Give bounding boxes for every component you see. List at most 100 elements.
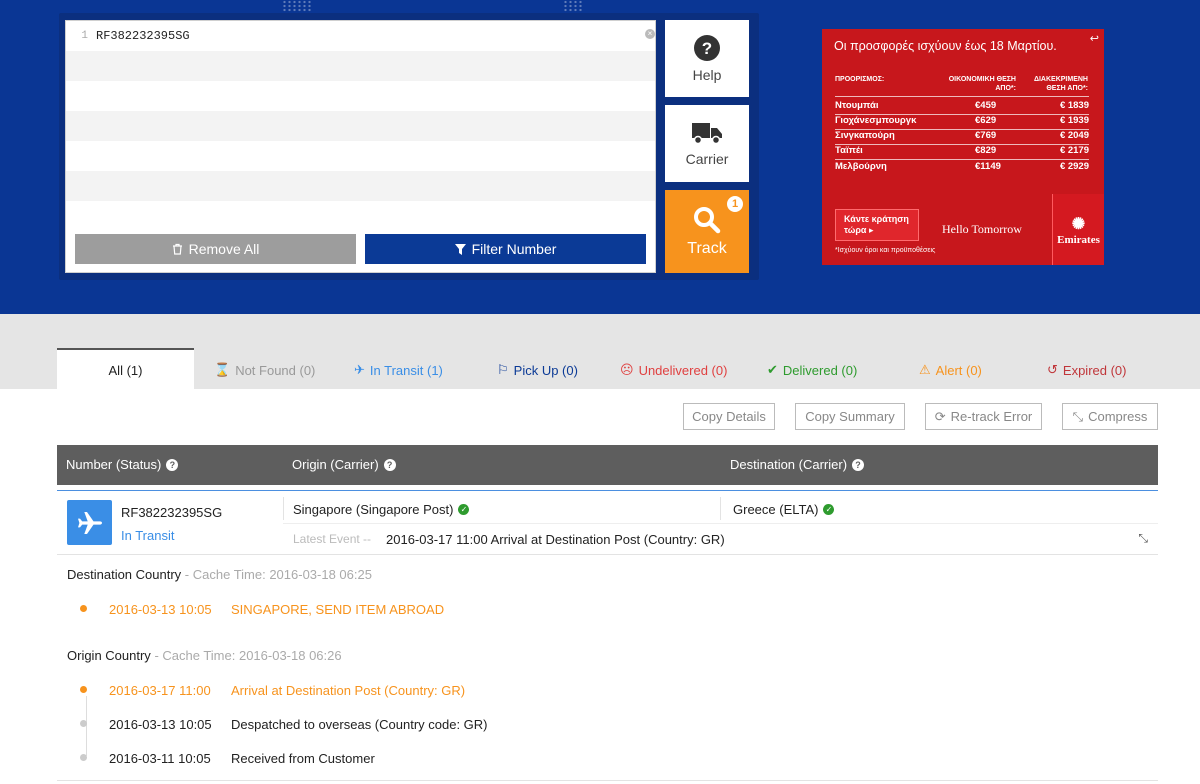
ad-economy-fare: €769 xyxy=(975,130,997,141)
compress-icon: ⤡ xyxy=(1072,408,1084,424)
ad-city: Ταϊπέι xyxy=(835,145,863,156)
ad-fare-row: Ταϊπέι €829 € 2179 xyxy=(835,145,1089,160)
tracking-status: In Transit xyxy=(121,528,175,543)
tab-undelivered[interactable]: ☹ Undelivered (0) xyxy=(620,356,727,384)
track-button[interactable]: Track 1 xyxy=(665,190,749,273)
compress-button[interactable]: ⤡ Compress xyxy=(1062,403,1158,430)
ad-cta-label: Κάντε κράτηση τώρα xyxy=(844,214,909,235)
flag-icon: ⚐ xyxy=(497,362,509,377)
ad-economy-fare: €1149 xyxy=(975,161,1001,172)
event-date: 2016-03-13 10:05 xyxy=(109,602,212,617)
editor-line[interactable] xyxy=(66,51,655,81)
tracking-event: 2016-03-13 10:05 SINGAPORE, SEND ITEM AB… xyxy=(80,602,444,617)
tracking-event: 2016-03-17 11:00 Arrival at Destination … xyxy=(80,683,465,698)
section-title: Origin Country xyxy=(67,648,151,663)
plane-icon xyxy=(77,511,102,534)
editor-line[interactable] xyxy=(66,111,655,141)
help-button[interactable]: ? Help xyxy=(665,20,749,97)
latest-event-label: Latest Event -- xyxy=(293,532,372,546)
search-icon xyxy=(694,206,721,233)
help-icon[interactable]: ? xyxy=(166,458,179,471)
help-icon[interactable]: ? xyxy=(852,458,865,471)
ad-city: Γιοχάνεσμπουργκ xyxy=(835,115,917,126)
check-circle-icon: ✓ xyxy=(823,504,835,515)
timeline-dot xyxy=(80,754,87,761)
ad-column-business: ΔΙΑΚΕΚΡΙΜΕΝΗ ΘΕΣΗ ΑΠΟ*: xyxy=(1033,76,1088,92)
copy-details-label: Copy Details xyxy=(692,409,766,424)
tab-all-label: All (1) xyxy=(108,362,143,378)
decorative-dots xyxy=(563,0,583,12)
truck-icon xyxy=(692,122,722,144)
ad-economy-fare: €459 xyxy=(975,100,997,111)
tab-not-found[interactable]: ⌛ Not Found (0) xyxy=(214,356,315,384)
column-number-label: Number (Status) xyxy=(66,457,162,472)
in-transit-status-icon xyxy=(67,500,112,545)
history-icon: ↺ xyxy=(1047,362,1058,377)
question-icon: ? xyxy=(694,34,720,61)
tab-alert[interactable]: ⚠ Alert (0) xyxy=(919,356,982,384)
tab-delivered[interactable]: ✔ Delivered (0) xyxy=(767,356,857,384)
tracking-number[interactable]: RF382232395SG xyxy=(121,505,222,520)
trash-icon xyxy=(172,243,182,255)
table-row[interactable]: RF382232395SG In Transit Singapore (Sing… xyxy=(57,490,1158,555)
advertisement-banner[interactable]: Οι προσφορές ισχύουν έως 18 Μαρτίου. ↩ Π… xyxy=(822,29,1104,265)
cache-time: - Cache Time: 2016-03-18 06:25 xyxy=(184,567,372,582)
editor-line[interactable] xyxy=(66,171,655,201)
latest-event-text: 2016-03-17 11:00 Arrival at Destination … xyxy=(386,532,725,547)
ad-business-fare: € 1939 xyxy=(1059,115,1089,126)
ad-book-now-button[interactable]: Κάντε κράτηση τώρα ▸ xyxy=(835,209,919,241)
ad-fare-row: Γιοχάνεσμπουργκ €629 € 1939 xyxy=(835,115,1089,130)
copy-summary-button[interactable]: Copy Summary xyxy=(795,403,905,430)
section-title: Destination Country xyxy=(67,567,182,582)
divider xyxy=(283,523,1158,524)
copy-details-button[interactable]: Copy Details xyxy=(683,403,775,430)
tab-in-transit[interactable]: ✈ In Transit (1) xyxy=(354,356,443,384)
ad-slogan: Hello Tomorrow xyxy=(942,222,1022,236)
editor-line[interactable] xyxy=(66,141,655,171)
emblem-icon: ✺ xyxy=(1071,215,1086,233)
ad-fare-row: Ντουμπάι €459 € 1839 xyxy=(835,100,1089,115)
column-origin-carrier: Origin (Carrier) ? xyxy=(292,457,396,472)
remove-all-button[interactable]: Remove All xyxy=(75,234,356,264)
svg-text:?: ? xyxy=(702,39,712,58)
destination-country-heading: Destination Country - Cache Time: 2016-0… xyxy=(67,567,372,582)
column-destination-label: Destination (Carrier) xyxy=(730,457,848,472)
collapse-icon[interactable]: ⤡ xyxy=(1138,531,1148,546)
clear-icon[interactable]: × xyxy=(645,29,655,39)
carrier-button[interactable]: Carrier xyxy=(665,105,749,182)
event-text: Arrival at Destination Post (Country: GR… xyxy=(231,683,466,698)
plane-icon: ✈ xyxy=(354,362,365,377)
tab-delivered-label: Delivered (0) xyxy=(782,362,858,378)
editor-line[interactable] xyxy=(66,81,655,111)
ad-title: Οι προσφορές ισχύουν έως 18 Μαρτίου. xyxy=(834,39,1057,53)
ad-business-fare: € 2049 xyxy=(1059,130,1089,141)
ad-business-fare: € 2179 xyxy=(1059,145,1089,156)
ad-close-icon[interactable]: ↩ xyxy=(1090,32,1099,45)
column-destination-carrier: Destination (Carrier) ? xyxy=(730,457,865,472)
tracking-number-entry[interactable]: RF382232395SG xyxy=(96,29,190,43)
filter-number-button[interactable]: Filter Number xyxy=(365,234,646,264)
destination-carrier[interactable]: Greece (ELTA) ✓ xyxy=(733,502,835,517)
ad-economy-fare: €629 xyxy=(975,115,997,126)
help-icon[interactable]: ? xyxy=(383,458,396,471)
ad-city: Ντουμπάι xyxy=(835,100,879,111)
origin-carrier[interactable]: Singapore (Singapore Post) ✓ xyxy=(293,502,470,517)
copy-summary-label: Copy Summary xyxy=(805,409,895,424)
ad-divider xyxy=(835,96,1089,97)
divider xyxy=(283,497,284,520)
tab-all[interactable]: All (1) xyxy=(57,348,194,390)
tab-pick-up-label: Pick Up (0) xyxy=(513,362,578,378)
retrack-error-button[interactable]: ⟳ Re-track Error xyxy=(925,403,1042,430)
origin-country-heading: Origin Country - Cache Time: 2016-03-18 … xyxy=(67,648,342,663)
emirates-logo: ✺ Emirates xyxy=(1052,194,1104,265)
retrack-error-label: Re-track Error xyxy=(950,409,1033,424)
tab-expired[interactable]: ↺ Expired (0) xyxy=(1047,356,1126,384)
filter-icon xyxy=(454,243,466,255)
editor-line[interactable]: 1 RF382232395SG xyxy=(66,21,655,51)
tab-pick-up[interactable]: ⚐ Pick Up (0) xyxy=(497,356,578,384)
filter-number-label: Filter Number xyxy=(471,241,557,257)
ad-column-destination: ΠΡΟΟΡΙΣΜΟΣ: xyxy=(835,76,885,83)
divider xyxy=(57,780,1158,781)
sad-face-icon: ☹ xyxy=(620,362,634,377)
event-text: SINGAPORE, SEND ITEM ABROAD xyxy=(231,602,445,617)
